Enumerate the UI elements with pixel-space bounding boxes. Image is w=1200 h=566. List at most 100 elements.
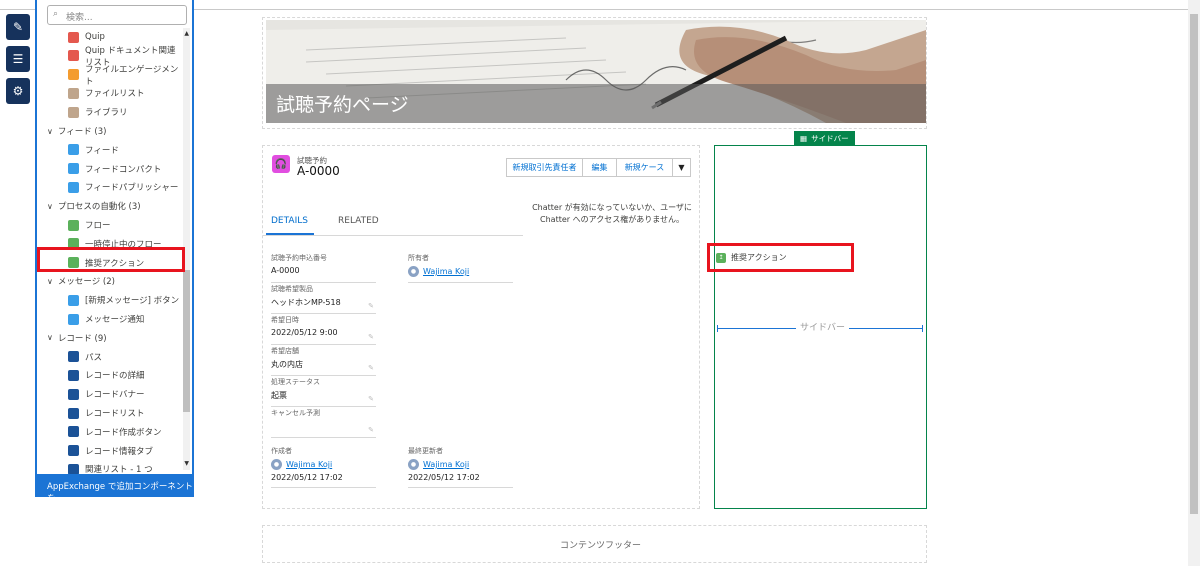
search-placeholder: 検索... bbox=[66, 13, 93, 23]
field-label: 最終更新者 bbox=[408, 447, 443, 455]
palette-component-item[interactable]: フィードパブリッシャー bbox=[37, 178, 183, 196]
palette-component-item[interactable]: ライブラリ bbox=[37, 103, 183, 121]
palette-component-item[interactable]: レコードの詳細 bbox=[37, 366, 183, 384]
pencil-icon[interactable]: ✎ bbox=[368, 426, 374, 434]
avatar-icon: ● bbox=[408, 459, 419, 470]
quip-icon bbox=[68, 50, 79, 62]
feed-compact-icon bbox=[68, 163, 79, 175]
tab-related[interactable]: RELATED bbox=[338, 216, 379, 226]
drop-zone-label: サイドバー bbox=[796, 320, 850, 333]
palette-item-label: プロセスの自動化 (3) bbox=[57, 202, 141, 213]
new-contact-button[interactable]: 新規取引先責任者 bbox=[506, 158, 583, 177]
modified-by-link[interactable]: Wajima Koji bbox=[423, 460, 469, 469]
pencil-icon[interactable]: ✎ bbox=[368, 395, 374, 403]
field-value: 起票 bbox=[271, 391, 287, 400]
palette-component-item[interactable]: ファイルエンゲージメント bbox=[37, 64, 183, 87]
record-list-icon bbox=[68, 407, 79, 419]
record-name: A-0000 bbox=[297, 164, 340, 178]
palette-component-item[interactable]: フィードコンパクト bbox=[37, 160, 183, 178]
page-scroll-thumb[interactable] bbox=[1190, 14, 1198, 514]
record-create-icon bbox=[68, 426, 79, 438]
chevron-down-icon: ∨ bbox=[47, 126, 53, 136]
chevron-down-icon: ∨ bbox=[47, 276, 53, 286]
owner-link[interactable]: Wajima Koji bbox=[423, 267, 469, 276]
palette-component-item[interactable]: ファイルリスト bbox=[37, 84, 183, 102]
tab-details[interactable]: DETAILS bbox=[271, 216, 308, 226]
file-list-icon bbox=[68, 87, 79, 99]
palette-item-label: ライブラリ bbox=[85, 108, 128, 119]
active-tab-indicator bbox=[266, 233, 314, 235]
chevron-down-icon[interactable]: ▼ bbox=[672, 158, 691, 177]
palette-component-item[interactable]: [新規メッセージ] ボタン bbox=[37, 291, 183, 309]
palette-scroll-thumb[interactable] bbox=[183, 270, 190, 412]
palette-item-label: ファイルエンゲージメント bbox=[85, 64, 179, 87]
scroll-up-arrow-icon[interactable]: ▲ bbox=[184, 30, 189, 37]
field-label: 試聴希望製品 bbox=[271, 285, 313, 293]
palette-group-header[interactable]: ∨ レコード (9) bbox=[37, 329, 183, 347]
brush-icon[interactable]: ✎ bbox=[6, 14, 30, 40]
palette-component-item[interactable]: フロー bbox=[37, 216, 183, 234]
sidebar-tag-icon: ▦ bbox=[800, 133, 808, 143]
field-label: 希望日時 bbox=[271, 316, 299, 324]
field-application-number: 試聴予約申込番号 A-0000 bbox=[271, 253, 376, 283]
palette-item-label: Quip bbox=[85, 32, 105, 42]
palette-item-label: フィード bbox=[85, 145, 119, 156]
feed-icon bbox=[68, 144, 79, 156]
field-value: A-0000 bbox=[271, 266, 300, 275]
palette-component-item[interactable]: レコードバナー bbox=[37, 385, 183, 403]
path-icon bbox=[68, 351, 79, 363]
headphones-icon: 🎧 bbox=[272, 155, 290, 173]
message-button-icon bbox=[68, 294, 79, 306]
chevron-down-icon: ∨ bbox=[47, 333, 53, 343]
created-at: 2022/05/12 17:02 bbox=[271, 473, 343, 482]
field-value: 丸の内店 bbox=[271, 360, 303, 369]
palette-group-header[interactable]: ∨ フィード (3) bbox=[37, 122, 183, 140]
gear-icon[interactable]: ⚙ bbox=[6, 78, 30, 104]
search-icon: ⌕ bbox=[53, 9, 59, 19]
field-value: 2022/05/12 9:00 bbox=[271, 328, 338, 337]
palette-item-label: [新規メッセージ] ボタン bbox=[85, 296, 180, 307]
list-icon[interactable]: ☰ bbox=[6, 46, 30, 72]
palette-item-label: レコード作成ボタン bbox=[85, 427, 162, 438]
edit-button[interactable]: 編集 bbox=[582, 158, 617, 177]
field-label: 所有者 bbox=[408, 254, 429, 262]
palette-component-item[interactable]: メッセージ通知 bbox=[37, 310, 183, 328]
feed-publisher-icon bbox=[68, 181, 79, 193]
new-case-button[interactable]: 新規ケース bbox=[616, 158, 673, 177]
field-modified-by: 最終更新者 ● Wajima Koji 2022/05/12 17:02 bbox=[408, 446, 513, 488]
content-footer-label: コンテンツフッター bbox=[560, 541, 642, 551]
sidebar-tag-label: サイドバー bbox=[811, 133, 849, 143]
search-input[interactable]: ⌕ 検索... bbox=[47, 5, 187, 25]
avatar-icon: ● bbox=[271, 459, 282, 470]
pencil-icon[interactable]: ✎ bbox=[368, 302, 374, 310]
chatter-message: Chatter が有効になっていないか、ユーザに Chatter へのアクセス権… bbox=[532, 203, 692, 224]
field-label: 試聴予約申込番号 bbox=[271, 254, 327, 262]
palette-component-item[interactable]: フィード bbox=[37, 141, 183, 159]
palette-item-label: レコード情報タブ bbox=[85, 446, 154, 457]
palette-group-header[interactable]: ∨ プロセスの自動化 (3) bbox=[37, 197, 183, 215]
field-label: 希望店舗 bbox=[271, 347, 299, 355]
avatar-icon: ● bbox=[408, 266, 419, 277]
palette-item-label: フロー bbox=[85, 221, 111, 231]
quip-icon bbox=[68, 31, 79, 43]
appexchange-link[interactable]: AppExchange で追加コンポーネントを... bbox=[35, 474, 194, 504]
field-label: 処理ステータス bbox=[271, 378, 320, 386]
palette-component-item[interactable]: レコード作成ボタン bbox=[37, 423, 183, 441]
field-owner: 所有者 ● Wajima Koji bbox=[408, 253, 513, 283]
field-product: 試聴希望製品 ヘッドホンMP-518 ✎ bbox=[271, 284, 376, 314]
palette-component-item[interactable]: パス bbox=[37, 348, 183, 366]
palette-component-item[interactable]: レコード情報タブ bbox=[37, 442, 183, 460]
palette-component-item[interactable]: レコードリスト bbox=[37, 404, 183, 422]
sidebar-tag[interactable]: ▦ サイドバー bbox=[794, 131, 855, 145]
palette-item-label: レコードバナー bbox=[85, 390, 145, 401]
scroll-down-arrow-icon[interactable]: ▼ bbox=[184, 460, 189, 467]
pencil-icon[interactable]: ✎ bbox=[368, 333, 374, 341]
file-engagement-icon bbox=[68, 69, 79, 81]
chevron-down-icon: ∨ bbox=[47, 201, 53, 211]
pencil-icon[interactable]: ✎ bbox=[368, 364, 374, 372]
field-date: 希望日時 2022/05/12 9:00 ✎ bbox=[271, 315, 376, 345]
record-info-tab-icon bbox=[68, 445, 79, 457]
palette-group-header[interactable]: ∨ メッセージ (2) bbox=[37, 272, 183, 290]
created-by-link[interactable]: Wajima Koji bbox=[286, 460, 332, 469]
page-title: 試聴予約ページ bbox=[276, 94, 409, 116]
